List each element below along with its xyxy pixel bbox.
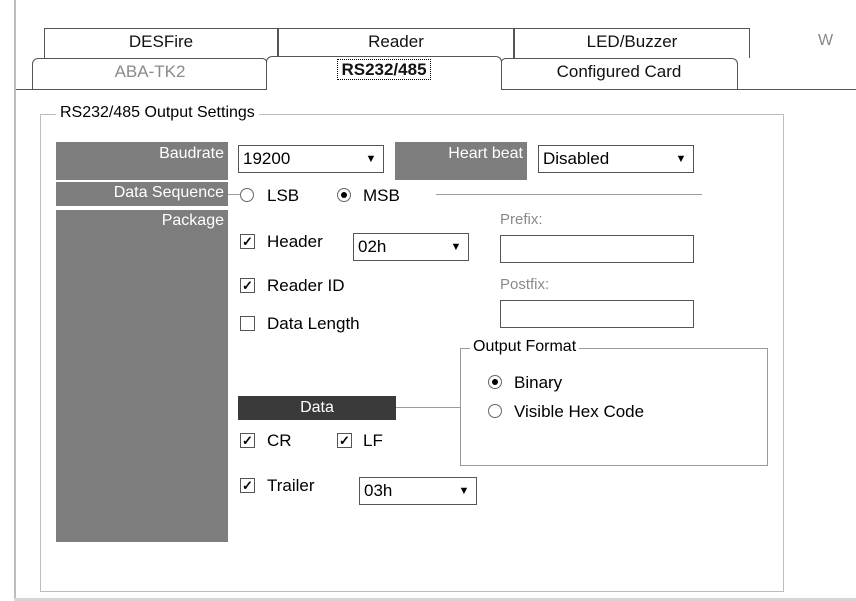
- cr-checkbox[interactable]: ✓: [240, 433, 255, 448]
- chevron-down-icon[interactable]: ▼: [454, 480, 474, 502]
- prefix-label: Prefix:: [500, 211, 543, 228]
- output-settings-group-title: RS232/485 Output Settings: [56, 104, 259, 122]
- data-section-connector: [396, 407, 460, 408]
- cr-label: CR: [267, 431, 292, 450]
- reader-id-checkbox[interactable]: ✓: [240, 278, 255, 293]
- trailer-select[interactable]: 03h ▼: [359, 477, 477, 505]
- trailer-label: Trailer: [267, 476, 315, 495]
- visible-hex-label: Visible Hex Code: [514, 402, 645, 421]
- header-select[interactable]: 02h ▼: [353, 233, 469, 261]
- heart-beat-select[interactable]: Disabled ▼: [538, 145, 694, 173]
- postfix-input[interactable]: [500, 300, 694, 328]
- tab-configured-card[interactable]: Configured Card: [500, 58, 738, 90]
- heart-beat-label: Heart beat: [395, 142, 527, 180]
- reader-id-label: Reader ID: [267, 276, 345, 295]
- lsb-radio[interactable]: [240, 188, 254, 202]
- visible-hex-radio[interactable]: [488, 404, 502, 418]
- binary-label: Binary: [514, 373, 563, 392]
- msb-radio[interactable]: [337, 188, 351, 202]
- lf-checkbox[interactable]: ✓: [337, 433, 352, 448]
- lf-label: LF: [363, 431, 383, 450]
- tab-configured-card-label: Configured Card: [556, 62, 682, 81]
- tab-desfire-label: DESFire: [128, 32, 194, 51]
- chevron-down-icon[interactable]: ▼: [446, 236, 466, 258]
- prefix-input[interactable]: [500, 235, 694, 263]
- package-label: Package: [56, 210, 228, 542]
- baudrate-select[interactable]: 19200 ▼: [238, 145, 384, 173]
- lsb-label: LSB: [267, 186, 300, 205]
- tab-aba-tk2[interactable]: ABA-TK2: [32, 58, 268, 90]
- tab-overflow-partial[interactable]: W: [818, 32, 833, 50]
- trailer-value: 03h: [364, 481, 393, 500]
- tab-reader[interactable]: Reader: [278, 28, 514, 58]
- baudrate-value: 19200: [243, 149, 291, 168]
- msb-label: MSB: [363, 186, 400, 205]
- output-format-title: Output Format: [470, 338, 580, 356]
- header-label: Header: [267, 232, 323, 251]
- header-value: 02h: [358, 237, 387, 256]
- tab-led-buzzer[interactable]: LED/Buzzer: [514, 28, 750, 58]
- tab-aba-tk2-label: ABA-TK2: [114, 62, 186, 81]
- tab-rs232-485-label: RS232/485: [337, 59, 431, 80]
- data-length-label: Data Length: [267, 314, 360, 333]
- tab-led-buzzer-label: LED/Buzzer: [586, 32, 678, 51]
- tab-rs232-485[interactable]: RS232/485: [266, 56, 502, 90]
- heart-beat-value: Disabled: [543, 149, 610, 168]
- data-length-checkbox[interactable]: [240, 316, 255, 331]
- postfix-label: Postfix:: [500, 276, 550, 293]
- trailer-checkbox[interactable]: ✓: [240, 478, 255, 493]
- binary-radio[interactable]: [488, 375, 502, 389]
- header-checkbox[interactable]: ✓: [240, 234, 255, 249]
- tab-desfire[interactable]: DESFire: [44, 28, 278, 58]
- tab-reader-label: Reader: [368, 32, 424, 51]
- data-sequence-label: Data Sequence: [56, 182, 228, 206]
- baudrate-label: Baudrate: [56, 142, 228, 180]
- data-sequence-divider: [436, 194, 702, 195]
- data-section-label: Data: [238, 396, 396, 420]
- chevron-down-icon[interactable]: ▼: [361, 148, 381, 170]
- chevron-down-icon[interactable]: ▼: [671, 148, 691, 170]
